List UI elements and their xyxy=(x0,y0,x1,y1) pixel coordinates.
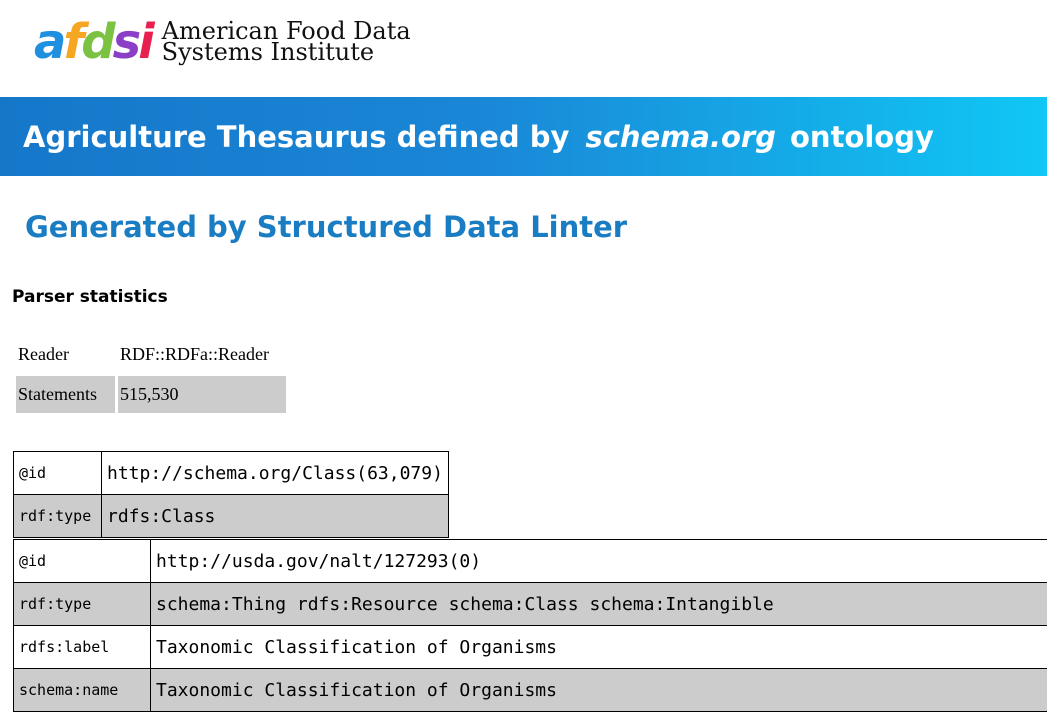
table-row: @id http://usda.gov/nalt/127293(0) xyxy=(14,540,1047,583)
property-value: http://usda.gov/nalt/127293(0) xyxy=(151,540,1047,583)
logo-letter: a xyxy=(34,18,63,66)
table-row: rdf:type rdfs:Class xyxy=(14,495,449,538)
property-key: rdf:type xyxy=(14,583,151,626)
property-key: rdf:type xyxy=(14,495,102,538)
property-key: rdfs:label xyxy=(14,626,151,669)
table-row: rdf:type schema:Thing rdfs:Resource sche… xyxy=(14,583,1047,626)
property-value: schema:Thing rdfs:Resource schema:Class … xyxy=(151,583,1047,626)
banner-title: Agriculture Thesaurus defined by schema.o… xyxy=(23,120,934,154)
site-logo[interactable]: a f d s i American Food Data Systems Ins… xyxy=(34,17,411,67)
property-key: schema:name xyxy=(14,669,151,712)
afdsi-logo-mark: a f d s i xyxy=(34,18,152,66)
property-value: Taxonomic Classification of Organisms xyxy=(151,669,1047,712)
logo-letter: i xyxy=(138,18,151,66)
title-banner: Agriculture Thesaurus defined by schema.o… xyxy=(0,97,1047,176)
logo-letter: s xyxy=(113,18,139,66)
table-row: @id http://schema.org/Class(63,079) xyxy=(14,452,449,495)
property-value: http://schema.org/Class(63,079) xyxy=(102,452,449,495)
logo-wordmark: American Food Data Systems Institute xyxy=(162,21,411,63)
stat-key: Reader xyxy=(16,336,115,373)
page-subtitle: Generated by Structured Data Linter xyxy=(25,210,627,244)
logo-letter: f xyxy=(63,18,81,66)
entity-table-resource: @id http://usda.gov/nalt/127293(0) rdf:t… xyxy=(13,539,1047,712)
stat-key: Statements xyxy=(16,376,115,413)
entity-table-class: @id http://schema.org/Class(63,079) rdf:… xyxy=(13,451,449,538)
property-value: rdfs:Class xyxy=(102,495,449,538)
property-key: @id xyxy=(14,540,151,583)
stat-value: RDF::RDFa::Reader xyxy=(118,336,286,373)
banner-suffix: ontology xyxy=(790,120,934,154)
stat-value: 515,530 xyxy=(118,376,286,413)
logo-line-2: Systems Institute xyxy=(162,42,411,63)
table-row: rdfs:label Taxonomic Classification of O… xyxy=(14,626,1047,669)
table-row: Reader RDF::RDFa::Reader xyxy=(16,336,286,373)
logo-letter: d xyxy=(81,18,112,66)
parser-statistics-table: Reader RDF::RDFa::Reader Statements 515,… xyxy=(13,333,289,416)
property-value: Taxonomic Classification of Organisms xyxy=(151,626,1047,669)
property-key: @id xyxy=(14,452,102,495)
table-row: Statements 515,530 xyxy=(16,376,286,413)
parser-statistics-heading: Parser statistics xyxy=(12,287,168,307)
banner-prefix: Agriculture Thesaurus defined by xyxy=(23,120,569,154)
table-row: schema:name Taxonomic Classification of … xyxy=(14,669,1047,712)
banner-emphasis: schema.org xyxy=(585,120,776,154)
